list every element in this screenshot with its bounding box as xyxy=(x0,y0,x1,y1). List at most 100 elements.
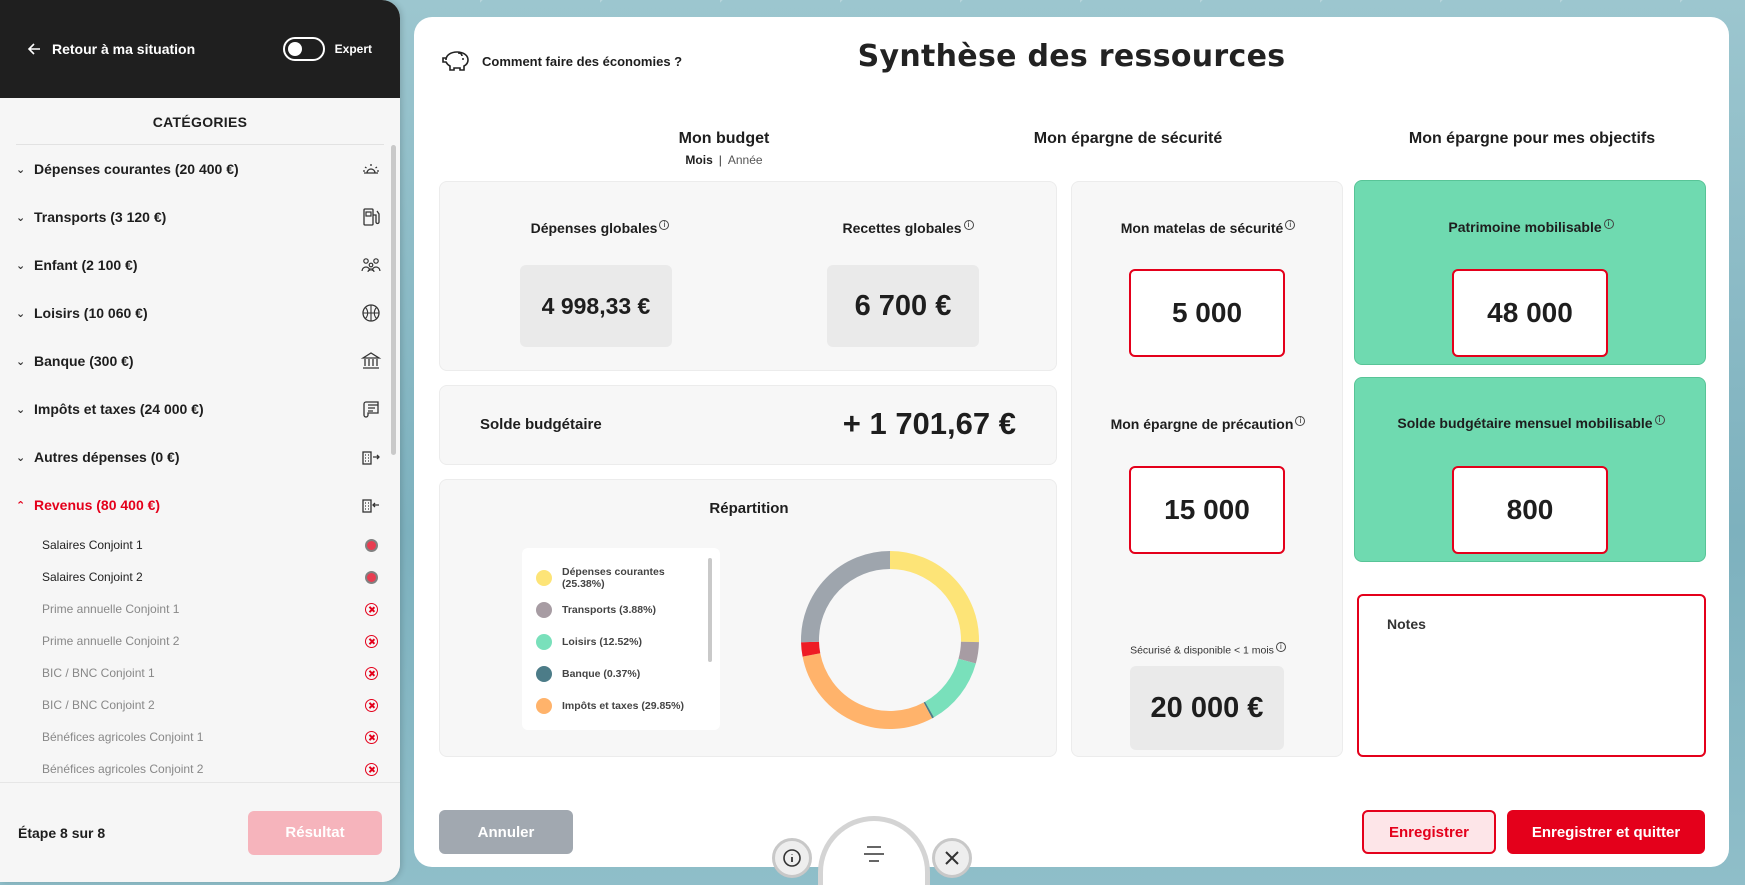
remove-circle-icon[interactable] xyxy=(365,762,378,776)
category-banque[interactable]: ⌄ Banque (300 €) xyxy=(16,337,384,385)
close-dock-button[interactable] xyxy=(932,838,972,878)
legend-item: Impôts et taxes (29.85%) xyxy=(536,690,706,722)
category-enfant[interactable]: ⌄ Enfant (2 100 €) xyxy=(16,241,384,289)
legend-item: Dépenses courantes (25.38%) xyxy=(536,562,706,594)
info-icon[interactable]: i xyxy=(1654,415,1665,426)
period-year[interactable]: Année xyxy=(728,153,763,167)
info-icon[interactable]: i xyxy=(659,220,670,231)
income-item[interactable]: Salaires Conjoint 2 xyxy=(16,561,384,593)
sidebar-scrollbar[interactable] xyxy=(391,145,396,455)
income-item-label: Bénéfices agricoles Conjoint 2 xyxy=(42,762,204,776)
legend-scrollbar[interactable] xyxy=(708,558,712,662)
precaution-input[interactable]: 15 000 xyxy=(1129,466,1285,554)
balance-value: + 1 701,67 € xyxy=(842,406,1016,441)
budget-totals-panel: Dépenses globales i 4 998,33 € Recettes g… xyxy=(439,181,1057,371)
save-button[interactable]: Enregistrer xyxy=(1362,810,1496,854)
info-icon[interactable]: i xyxy=(1603,219,1614,230)
back-link[interactable]: Retour à ma situation xyxy=(26,41,195,57)
mattress-title: Mon matelas de sécurité i xyxy=(1072,220,1344,236)
income-item[interactable]: Bénéfices agricoles Conjoint 1 xyxy=(16,721,384,753)
result-button[interactable]: Résultat xyxy=(248,810,382,855)
legend-swatch xyxy=(536,666,552,682)
info-dock-button[interactable] xyxy=(772,838,812,878)
active-dot-icon[interactable] xyxy=(365,538,378,552)
category-transports[interactable]: ⌄ Transports (3 120 €) xyxy=(16,193,384,241)
income-value: 6 700 € xyxy=(827,265,979,347)
period-month[interactable]: Mois xyxy=(685,153,712,167)
category-loisirs[interactable]: ⌄ Loisirs (10 060 €) xyxy=(16,289,384,337)
close-icon xyxy=(945,851,959,865)
income-item[interactable]: Bénéfices agricoles Conjoint 2 xyxy=(16,753,384,785)
categories-title: CATÉGORIES xyxy=(16,98,384,145)
expert-toggle[interactable]: Expert xyxy=(282,37,372,61)
precaution-title: Mon épargne de précaution i xyxy=(1072,416,1344,432)
legend-label: Banque (0.37%) xyxy=(562,668,641,680)
category-depenses-courantes[interactable]: ⌄ Dépenses courantes (20 400 €) xyxy=(16,145,384,193)
donut-slice xyxy=(924,658,976,718)
income-item[interactable]: BIC / BNC Conjoint 1 xyxy=(16,657,384,689)
category-label: Revenus (80 400 €) xyxy=(34,497,161,513)
income-item[interactable]: Salaires Conjoint 1 xyxy=(16,529,384,561)
bottom-dock xyxy=(772,816,976,885)
category-autres-depenses[interactable]: ⌄ Autres dépenses (0 €) xyxy=(16,433,384,481)
assets-label: Patrimoine mobilisable xyxy=(1448,219,1602,235)
income-item-label: Salaires Conjoint 1 xyxy=(42,538,143,552)
legend-label: Impôts et taxes (29.85%) xyxy=(562,700,684,712)
period-switch[interactable]: Mois | Année xyxy=(414,153,1034,167)
donut-slice xyxy=(802,653,933,729)
remove-circle-icon[interactable] xyxy=(365,730,378,744)
active-dot-icon[interactable] xyxy=(365,570,378,584)
building-out-icon xyxy=(362,451,380,465)
donut-slice xyxy=(889,551,979,643)
remove-circle-icon[interactable] xyxy=(365,602,378,616)
expert-label: Expert xyxy=(334,42,372,56)
safety-heading: Mon épargne de sécurité xyxy=(1033,130,1223,147)
goals-heading: Mon épargne pour mes objectifs xyxy=(1408,130,1656,147)
assets-input[interactable]: 48 000 xyxy=(1452,269,1608,357)
category-label: Loisirs (10 060 €) xyxy=(34,305,148,321)
period-separator: | xyxy=(718,153,722,167)
remove-circle-icon[interactable] xyxy=(365,698,378,712)
info-circle-icon xyxy=(783,849,801,867)
expenses-label: Dépenses globales xyxy=(530,220,658,236)
remove-circle-icon[interactable] xyxy=(365,666,378,680)
info-icon[interactable]: i xyxy=(963,220,974,231)
building-in-icon xyxy=(362,499,379,513)
income-item-label: Salaires Conjoint 2 xyxy=(42,570,143,584)
save-and-quit-button[interactable]: Enregistrer et quitter xyxy=(1507,810,1705,854)
income-item[interactable]: BIC / BNC Conjoint 2 xyxy=(16,689,384,721)
notes-textarea[interactable]: Notes xyxy=(1357,594,1706,757)
back-label: Retour à ma situation xyxy=(52,41,196,57)
legend-item: Transports (3.88%) xyxy=(536,594,706,626)
category-label: Impôts et taxes (24 000 €) xyxy=(34,401,204,417)
chevron-down-icon: ⌄ xyxy=(16,163,26,176)
income-title: Recettes globales i xyxy=(808,220,1008,236)
monthly-title: Solde budgétaire mensuel mobilisable i xyxy=(1355,415,1707,431)
assets-title: Patrimoine mobilisable i xyxy=(1355,219,1707,235)
legend-item: Banque (0.37%) xyxy=(536,658,706,690)
category-impots[interactable]: ⌄ Impôts et taxes (24 000 €) xyxy=(16,385,384,433)
chevron-down-icon: ⌄ xyxy=(16,307,26,320)
info-icon[interactable]: i xyxy=(1285,220,1296,231)
remove-circle-icon[interactable] xyxy=(365,634,378,648)
balance-panel: Solde budgétaire + 1 701,67 € xyxy=(439,385,1057,465)
monthly-label: Solde budgétaire mensuel mobilisable xyxy=(1397,415,1653,431)
mattress-input[interactable]: 5 000 xyxy=(1129,269,1285,357)
toggle-switch[interactable] xyxy=(282,37,325,61)
cancel-button[interactable]: Annuler xyxy=(439,810,573,854)
category-revenus[interactable]: ⌃ Revenus (80 400 €) xyxy=(16,481,384,529)
income-item-label: BIC / BNC Conjoint 1 xyxy=(42,666,155,680)
info-icon[interactable]: i xyxy=(1275,642,1286,652)
income-item[interactable]: Prime annuelle Conjoint 1 xyxy=(16,593,384,625)
assets-panel: Patrimoine mobilisable i 48 000 xyxy=(1354,180,1706,365)
family-icon xyxy=(361,258,381,273)
legend-swatch xyxy=(536,634,552,650)
main-card: Comment faire des économies ? Synthèse d… xyxy=(414,17,1729,867)
monthly-input[interactable]: 800 xyxy=(1452,466,1608,554)
income-item[interactable]: Prime annuelle Conjoint 2 xyxy=(16,625,384,657)
menu-dock-button[interactable] xyxy=(818,816,930,885)
precaution-label: Mon épargne de précaution xyxy=(1110,416,1294,432)
basketball-icon xyxy=(362,304,380,322)
info-icon[interactable]: i xyxy=(1295,416,1306,427)
category-label: Transports (3 120 €) xyxy=(34,209,167,225)
